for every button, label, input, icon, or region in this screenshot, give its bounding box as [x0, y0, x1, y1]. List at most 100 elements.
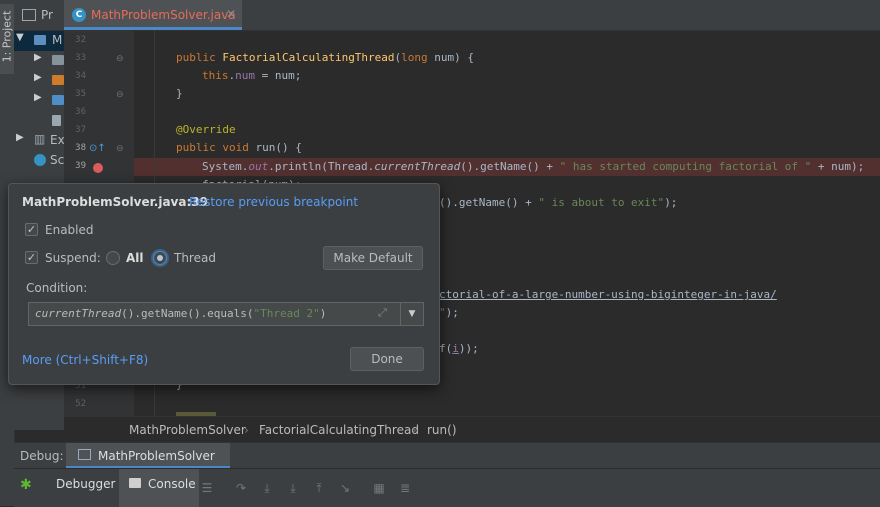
tree-item[interactable] [14, 111, 64, 131]
line-number: 39 [75, 161, 86, 171]
line-number: 36 [75, 107, 86, 117]
tree-item-root[interactable]: ▼ M [14, 31, 64, 51]
debug-label: Debug: [20, 449, 64, 463]
console-tab-label: Console [148, 477, 196, 491]
step-into-icon[interactable]: ⤓ [260, 481, 274, 495]
bug-icon[interactable]: ✱ [20, 477, 32, 493]
code-token: ) [319, 307, 327, 320]
suspend-thread-label: Thread [174, 251, 216, 265]
code-token: currentThread [35, 307, 122, 320]
tree-item-scratches[interactable]: Sc [14, 151, 64, 171]
code-token: ().getName() + [460, 160, 560, 173]
condition-input[interactable]: currentThread().getName().equals("Thread… [28, 302, 400, 326]
line-number: 52 [75, 399, 86, 409]
project-view-label[interactable]: Pr [41, 8, 53, 22]
breadcrumb-item-method[interactable]: run() [427, 423, 457, 437]
breadcrumb-item-inner-class[interactable]: FactorialCalculatingThread [259, 423, 419, 437]
code-token: long [401, 51, 435, 64]
folder-icon [52, 95, 64, 105]
chevron-right-icon[interactable]: ▶ [34, 52, 42, 63]
code-line-48: f(i)); [439, 340, 479, 358]
library-icon: ▥ [34, 132, 46, 146]
code-line-41: ().getName() + " is about to exit"); [439, 194, 677, 212]
breakpoint-icon[interactable] [93, 163, 103, 173]
code-token: num [235, 69, 255, 82]
step-over-icon[interactable]: ↷ [234, 481, 248, 495]
code-token: ().getName() + [439, 196, 539, 209]
editor-tab-bar: C MathProblemSolver.java ✕ [64, 0, 880, 31]
project-tool-label: 1: Project [0, 10, 14, 63]
chevron-down-icon[interactable]: ▼ [16, 32, 24, 43]
file-icon [52, 115, 61, 126]
breadcrumb-separator: › [412, 423, 417, 437]
module-icon [34, 35, 46, 45]
tree-item-label: Sc [50, 153, 65, 167]
code-line-37: @Override [176, 123, 236, 136]
chevron-right-icon[interactable]: ▶ [16, 132, 24, 143]
code-token: run() { [255, 141, 302, 154]
make-default-button[interactable]: Make Default [323, 246, 423, 270]
override-marker-icon[interactable]: ⊙↑ [89, 143, 106, 154]
line-number: 32 [75, 35, 86, 45]
java-class-icon: C [72, 8, 86, 22]
suspend-all-radio[interactable] [106, 251, 120, 265]
session-icon [78, 449, 91, 460]
suspend-thread-radio[interactable] [153, 251, 167, 265]
tree-item[interactable]: ▶ [14, 91, 64, 111]
more-link[interactable]: More (Ctrl+Shift+F8) [22, 353, 148, 367]
line-number: 35 [75, 89, 86, 99]
menu-icon[interactable]: ☰ [200, 481, 214, 495]
code-token: this [202, 69, 229, 82]
tab-debugger[interactable]: Debugger [56, 477, 115, 491]
fold-icon[interactable]: ⊖ [116, 54, 124, 64]
force-step-into-icon[interactable]: ⤓ [286, 481, 300, 495]
code-token: ); [664, 196, 678, 209]
fold-icon[interactable]: ⊖ [116, 144, 124, 154]
code-token: = num; [255, 69, 302, 82]
code-token: public [176, 51, 223, 64]
suspend-label: Suspend: [45, 251, 101, 265]
chevron-right-icon[interactable]: ▶ [34, 92, 42, 103]
trace-icon[interactable]: ≣ [398, 481, 412, 495]
tree-item[interactable]: ▶ [14, 51, 64, 71]
tree-item[interactable]: ▶ [14, 71, 64, 91]
done-button[interactable]: Done [350, 347, 424, 371]
expand-icon[interactable]: ⤢ [378, 306, 387, 320]
fold-icon[interactable]: ⊖ [116, 90, 124, 100]
enabled-label: Enabled [45, 223, 94, 237]
code-line-34: this.num = num; [202, 67, 301, 85]
project-tool-button[interactable]: 1: Project [0, 4, 14, 74]
run-to-cursor-icon[interactable]: ↘ [338, 481, 352, 495]
line-number: 37 [75, 125, 86, 135]
code-token: "Thread 2" [253, 307, 320, 320]
breadcrumb-item-class[interactable]: MathProblemSolver [129, 423, 246, 437]
suspend-checkbox[interactable]: ✓ [25, 251, 38, 264]
enabled-checkbox[interactable]: ✓ [25, 223, 38, 236]
close-icon[interactable]: ✕ [226, 7, 236, 21]
step-out-icon[interactable]: ⤒ [312, 481, 326, 495]
restore-breakpoint-link[interactable]: Restore previous breakpoint [189, 195, 358, 209]
condition-label: Condition: [26, 281, 88, 295]
code-line-45[interactable]: ctorial-of-a-large-number-using-biginteg… [439, 286, 777, 304]
breakpoint-properties-popup: MathProblemSolver.java:39 Restore previo… [8, 183, 440, 385]
debug-session-label: MathProblemSolver [98, 449, 215, 463]
chevron-right-icon[interactable]: ▶ [34, 72, 42, 83]
tree-item-label: M [52, 33, 63, 47]
code-token: FactorialCalculatingThread [222, 51, 395, 64]
code-line-38: public void run() { [176, 139, 302, 157]
tree-item-external-libraries[interactable]: ▶ ▥ Ex [14, 131, 64, 151]
code-line-35: } [176, 87, 183, 100]
tree-item-label: Ex [50, 133, 65, 147]
code-token: out [248, 160, 269, 173]
condition-history-dropdown[interactable]: ▼ [400, 302, 424, 326]
tab-mathproblemsolver[interactable]: C MathProblemSolver.java ✕ [64, 0, 242, 30]
tab-console[interactable]: Console [119, 469, 199, 507]
debug-session-tab[interactable]: MathProblemSolver [66, 443, 230, 469]
scratches-icon [34, 154, 46, 166]
evaluate-icon[interactable]: ▦ [372, 481, 386, 495]
code-token: ().getName().equals( [121, 307, 254, 320]
code-token: " is about to exit" [538, 196, 665, 209]
code-line-33: public FactorialCalculatingThread(long n… [176, 49, 474, 67]
code-token: ); [445, 306, 459, 319]
code-line-39: System.out.println(Thread.currentThread(… [202, 158, 864, 176]
